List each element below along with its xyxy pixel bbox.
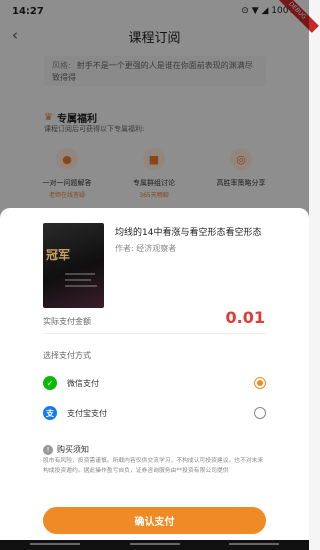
thumbnail-decoration [65, 279, 91, 281]
nav-handle-left[interactable] [30, 543, 80, 545]
payment-radio[interactable] [254, 407, 266, 419]
wechat-pay-icon: ✓ [43, 376, 57, 390]
nav-handle-right[interactable] [229, 543, 279, 545]
notice-title: ! 购买须知 [43, 444, 89, 455]
confirm-pay-button[interactable]: 确认支付 [43, 507, 266, 534]
thumbnail-text: 冠军 [46, 248, 71, 262]
payment-method-label: 微信支付 [67, 378, 99, 388]
thumbnail-decoration [65, 273, 95, 275]
payment-method-label: 支付宝支付 [67, 408, 107, 418]
info-icon: ! [43, 444, 53, 455]
notice-title-text: 购买须知 [57, 445, 89, 454]
divider [43, 333, 266, 334]
system-nav-handles [0, 543, 309, 547]
alipay-icon: 支 [43, 406, 57, 420]
payment-sheet: 冠军 均线的14中看涨与看空形态看空形态 作者: 经济观察者 实际支付金额 0.… [0, 208, 309, 550]
payment-radio-selected[interactable] [254, 377, 266, 389]
thumbnail-decoration [65, 285, 97, 287]
pay-amount-label: 实际支付金额 [43, 317, 91, 326]
notice-body: 股市有风险，投资需谨慎。所载内容仅供交流学习，不构成认可投资建议，也不对未来构成… [43, 458, 264, 474]
course-author: 作者: 经济观察者 [115, 244, 177, 253]
course-thumbnail: 冠军 [43, 223, 104, 308]
payment-method-alipay[interactable]: 支 支付宝支付 [43, 403, 266, 423]
pay-amount: 0.01 [225, 308, 265, 327]
payment-method-wechat[interactable]: ✓ 微信支付 [43, 373, 266, 393]
course-title: 均线的14中看涨与看空形态看空形态 [115, 228, 262, 238]
nav-handle-center[interactable] [129, 543, 180, 545]
payment-method-title: 选择支付方式 [43, 351, 91, 360]
